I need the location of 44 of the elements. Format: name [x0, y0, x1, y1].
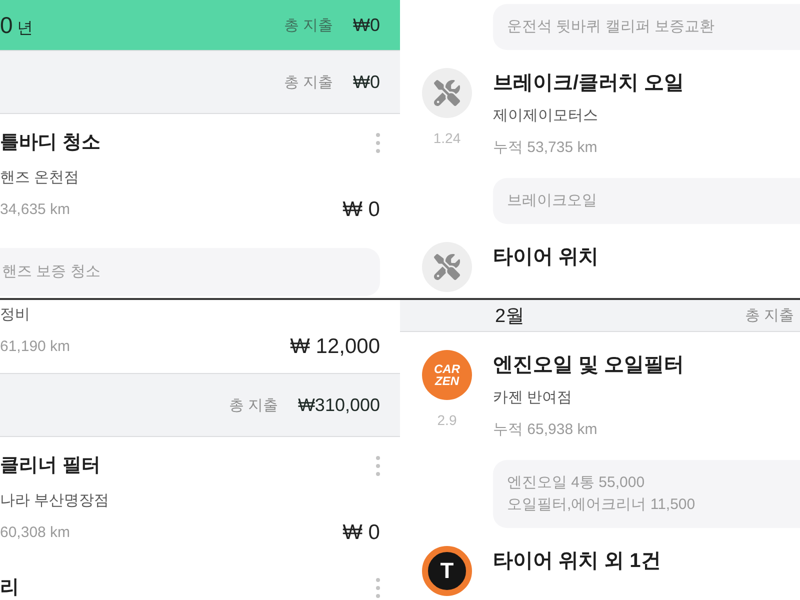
record-title: 클리너 필터 [0, 455, 100, 477]
mileage-text: 61,190 km [0, 337, 70, 357]
shop-name: 핸즈 온천점 [0, 168, 80, 188]
record-title: 틀바디 청소 [0, 132, 100, 154]
shop-logo: CAR ZEN [422, 350, 472, 400]
mileage-text: 34,635 km [0, 200, 70, 220]
memo-text: 핸즈 보증 청소 [2, 262, 100, 282]
shop-name: 제이제이모터스 [493, 106, 598, 126]
record-title: 브레이크/클러치 오일 [493, 71, 684, 96]
amount-text: ₩ 0 [342, 198, 380, 222]
shop-name: 나라 부산명장점 [0, 491, 110, 511]
more-icon[interactable] [376, 133, 380, 153]
total-label: 총 지출 [284, 72, 333, 92]
memo-text: 브레이크오일 [507, 191, 597, 211]
record-title: 리 [0, 577, 19, 599]
total-amount: ₩0 [353, 72, 380, 92]
memo-text: 엔진오일 4통 55,000 [507, 473, 645, 493]
year-text: 0 [0, 12, 13, 38]
shop-logo: T [422, 546, 472, 596]
more-icon[interactable] [376, 578, 380, 598]
tools-icon [422, 242, 472, 292]
mileage-text: 60,308 km [0, 523, 70, 543]
record-title: 엔진오일 및 오일필터 [493, 353, 684, 378]
year-unit: 년 [16, 18, 33, 38]
memo-text: 오일필터,에어크리너 11,500 [507, 495, 696, 515]
record-title: 타이어 위치 외 1건 [493, 549, 661, 574]
total-amount: ₩310,000 [298, 394, 380, 416]
more-icon[interactable] [376, 456, 380, 476]
amount-text: ₩ 12,000 [290, 335, 380, 359]
date-text: 1.24 [433, 129, 461, 147]
mileage-text: 누적 65,938 km [493, 420, 598, 440]
mileage-text: 누적 53,735 km [493, 138, 598, 158]
total-label: 총 지출 [228, 396, 278, 414]
shop-name: 정비 [0, 305, 30, 325]
date-text: 2.9 [437, 411, 457, 429]
tools-icon [422, 68, 472, 118]
total-amount: ₩0 [353, 14, 380, 36]
total-label: 총 지출 [744, 306, 794, 325]
memo-text: 운전석 뒷바퀴 캘리퍼 보증교환 [507, 17, 715, 37]
record-title: 타이어 위치 [493, 245, 599, 270]
total-label: 총 지출 [284, 16, 333, 34]
amount-text: ₩ 0 [342, 521, 380, 545]
shop-name: 카젠 반여점 [493, 388, 572, 408]
month-label: 2월 [495, 304, 525, 328]
